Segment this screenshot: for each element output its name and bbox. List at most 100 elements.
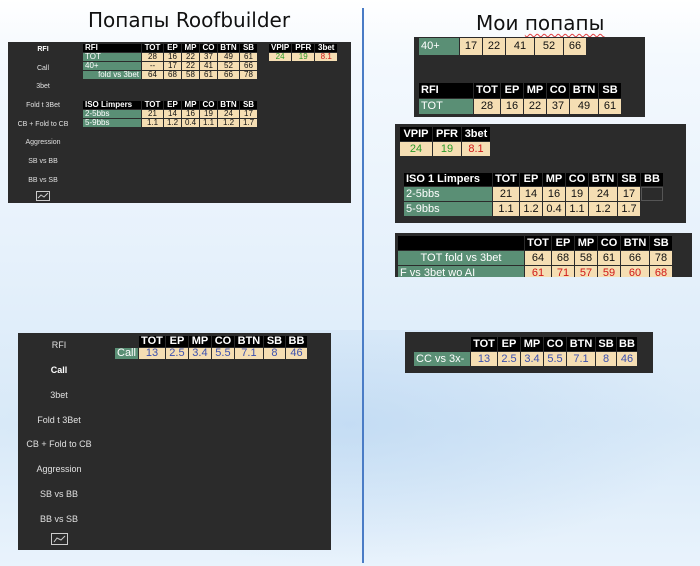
table-cell: 17: [240, 110, 257, 118]
table-header-row: TOT EP MP CO BTN SB BB: [115, 336, 307, 347]
3bet-value: 8.1: [315, 53, 338, 61]
center-divider: [362, 8, 364, 563]
sidebar-item-fold-to-3bet[interactable]: Fold t 3Bet: [18, 415, 100, 425]
row-label: TOT fold vs 3bet: [398, 251, 524, 265]
table-cell: 19: [566, 187, 588, 201]
table-row: F vs 3bet wo AI 61 71 57 59 60 68: [398, 266, 672, 277]
chart-button[interactable]: [8, 191, 78, 203]
my-vpip-iso-popup: VPIP PFR 3bet 24 19 8.1 ISO 1 Limpers TO…: [395, 124, 686, 223]
table-header: TOT: [142, 44, 163, 52]
table-cell: 37: [200, 53, 217, 61]
table-header: EP: [498, 337, 520, 351]
table-header-row: VPIP PFR 3bet: [400, 127, 490, 141]
table-cell: 7.1: [234, 348, 263, 359]
table-cell: 71: [552, 266, 574, 277]
table-header: CO: [566, 173, 588, 186]
table-row: 2-5bbs 21 14 16 19 24 17: [404, 187, 663, 201]
table-header: CO: [598, 236, 620, 250]
vpip-table: VPIP PFR 3bet 24 19 8.1: [268, 43, 338, 62]
table-cell: 1.2: [164, 119, 181, 127]
table-header: MP: [524, 83, 546, 98]
my-fold-vs-3bet-popup: TOT EP MP CO BTN SB TOT fold vs 3bet 64 …: [395, 233, 692, 277]
table-header: VPIP: [400, 127, 432, 141]
sidebar-item-cb-fold-to-cb[interactable]: CB + Fold to CB: [18, 439, 100, 449]
row-label: TOT: [419, 99, 473, 114]
table-header: EP: [164, 44, 181, 52]
sidebar-item-cb-fold-to-cb[interactable]: CB + Fold to CB: [8, 121, 78, 128]
table-header: MP: [182, 101, 199, 109]
table-cell: 1.2: [218, 119, 239, 127]
table-header: BTN: [218, 44, 239, 52]
sidebar-item-call[interactable]: Call: [8, 65, 78, 72]
table-header: BTN: [570, 83, 598, 98]
chart-button[interactable]: [18, 533, 100, 547]
call-table: TOT EP MP CO BTN SB BB Call 13 2.5 3.4 5…: [114, 335, 308, 360]
table-header-row: RFI TOT EP MP CO BTN SB: [419, 83, 621, 98]
table-cell: 13: [138, 348, 165, 359]
table-cell: 1.1: [566, 202, 588, 216]
sidebar-item-bb-vs-sb[interactable]: BB vs SB: [8, 177, 78, 184]
table-cell: 37: [547, 99, 569, 114]
sidebar-item-3bet[interactable]: 3bet: [8, 83, 78, 90]
table-cell: 24: [218, 110, 239, 118]
table-header: EP: [165, 336, 188, 347]
table-cell: 16: [182, 110, 199, 118]
table-cell: 46: [617, 352, 637, 366]
row-label: CC vs 3x-: [414, 352, 470, 366]
table-cell: 3.4: [521, 352, 543, 366]
row-label: fold vs 3bet: [83, 71, 141, 79]
table-header-row: TOT EP MP CO BTN SB: [398, 236, 672, 250]
sidebar-item-fold-to-3bet[interactable]: Fold t 3Bet: [8, 102, 78, 109]
table-header: ISO 1 Limpers: [404, 173, 492, 186]
sidebar-item-aggression[interactable]: Aggression: [18, 464, 100, 474]
sidebar-item-call[interactable]: Call: [18, 365, 100, 375]
row-label: Call: [115, 347, 138, 359]
table-cell: 2.5: [165, 348, 188, 359]
table-header: SB: [650, 236, 672, 250]
table-cell: 5.5: [544, 352, 566, 366]
roofbuilder-rfi-popup: RFI Call 3bet Fold t 3Bet CB + Fold to C…: [8, 42, 351, 203]
row-label: 5-9bbs: [83, 119, 141, 127]
sidebar-item-rfi[interactable]: RFI: [8, 46, 78, 53]
table-header-row: ISO Limpers TOT EP MP CO BTN SB: [83, 101, 257, 109]
table-cell: 28: [142, 53, 163, 61]
table-cell: 61: [598, 251, 620, 265]
table-cell: 16: [164, 53, 181, 61]
table-cell: 21: [493, 187, 519, 201]
table-cell: 68: [552, 251, 574, 265]
table-cell: 16: [501, 99, 523, 114]
table-cell: 57: [575, 266, 597, 277]
row-label: 2-5bbs: [83, 110, 141, 118]
my-fold3bet-table: TOT EP MP CO BTN SB TOT fold vs 3bet 64 …: [397, 235, 673, 277]
line-chart-icon: [50, 533, 68, 545]
sidebar-item-sb-vs-bb[interactable]: SB vs BB: [8, 158, 78, 165]
table-header: SB: [240, 44, 257, 52]
table-header: SB: [263, 336, 285, 347]
table-header: CO: [200, 101, 217, 109]
table-header: EP: [520, 173, 542, 186]
table-cell: 49: [218, 53, 239, 61]
sidebar-item-aggression[interactable]: Aggression: [8, 139, 78, 146]
sidebar-item-3bet[interactable]: 3bet: [18, 390, 100, 400]
table-row: TOT 28 16 22 37 49 61: [83, 53, 257, 61]
left-title: Попапы Roofbuilder: [88, 8, 291, 32]
table-cell: --: [142, 62, 163, 70]
table-header: BB: [641, 173, 663, 186]
table-cell: [641, 187, 663, 201]
table-cell: 1.1: [493, 202, 519, 216]
table-cell: 68: [650, 266, 672, 277]
table-cell: 64: [525, 251, 551, 265]
table-row: TOT fold vs 3bet 64 68 58 61 66 78: [398, 251, 672, 265]
table-header-row: RFI TOT EP MP CO BTN SB: [83, 44, 257, 52]
table-cell: 14: [520, 187, 542, 201]
table-cell: 28: [474, 99, 500, 114]
table-cell: 59: [598, 266, 620, 277]
table-header: BB: [617, 337, 637, 351]
sidebar-item-sb-vs-bb[interactable]: SB vs BB: [18, 489, 100, 499]
row-label: 2-5bbs: [404, 187, 492, 201]
sidebar-item-bb-vs-sb[interactable]: BB vs SB: [18, 514, 100, 524]
vpip-value: 24: [269, 53, 292, 61]
sidebar-item-rfi[interactable]: RFI: [18, 340, 100, 350]
table-cell: 41: [200, 62, 217, 70]
table-header: CO: [547, 83, 569, 98]
